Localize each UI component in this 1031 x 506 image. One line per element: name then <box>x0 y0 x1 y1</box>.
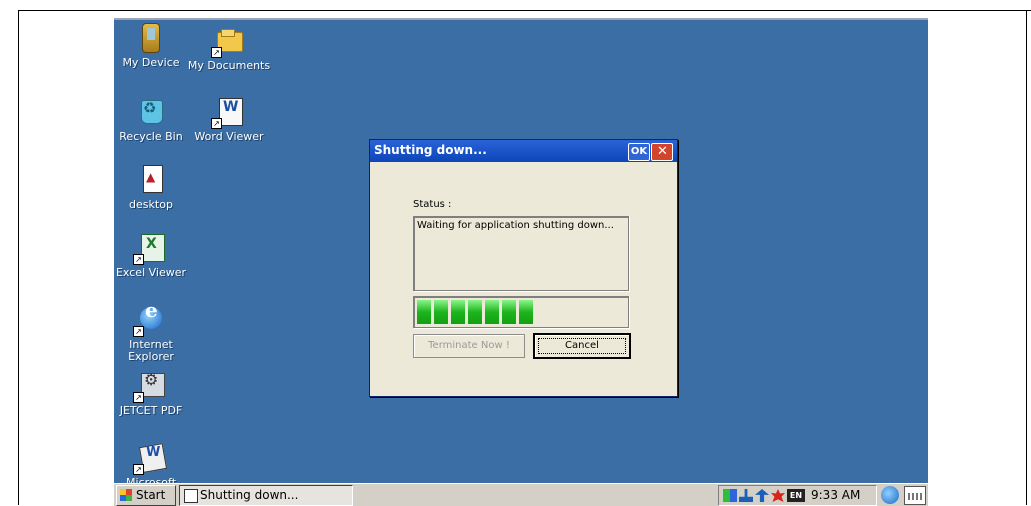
shortcut-arrow-icon: ↗ <box>211 47 222 58</box>
taskbar-item-label: Shutting down... <box>200 488 299 502</box>
start-button[interactable]: Start <box>116 485 176 506</box>
shortcut-arrow-icon: ↗ <box>133 392 144 403</box>
icon-label: My Device <box>122 56 180 69</box>
clock[interactable]: 9:33 AM <box>811 486 860 505</box>
recycle-bin-icon <box>135 95 167 127</box>
cancel-button[interactable]: Cancel <box>533 333 631 359</box>
progress-bar <box>413 296 629 328</box>
taskbar-item-shutting-down[interactable]: Shutting down... <box>179 485 353 506</box>
desktop-icon-my-documents[interactable]: ↗ My Documents <box>186 24 272 72</box>
desktop-icon-desktop[interactable]: desktop <box>114 163 194 211</box>
word-icon: ↗ <box>211 95 245 129</box>
progress-segment <box>502 300 516 324</box>
icon-label: desktop <box>129 198 173 211</box>
status-textbox: Waiting for application shutting down... <box>413 216 629 291</box>
progress-segment <box>485 300 499 324</box>
leaf-icon[interactable] <box>771 489 785 502</box>
excel-icon: ↗ <box>133 231 167 265</box>
terminate-now-button[interactable]: Terminate Now ! <box>413 334 525 358</box>
shortcut-arrow-icon: ↗ <box>211 118 222 129</box>
desktop-icon-jetcet-pdf[interactable]: ↗ JETCET PDF <box>114 369 194 417</box>
desktop: My Device ↗ My Documents Recycle Bin ↗ W… <box>114 18 928 505</box>
desktop-icon-microsoft[interactable]: ↗ Microsoft <box>114 441 194 489</box>
sync-arrow-icon[interactable] <box>755 489 769 502</box>
icon-label: Recycle Bin <box>119 130 183 143</box>
progress-segment <box>451 300 465 324</box>
network-icon[interactable] <box>723 489 737 502</box>
desktop-icon-recycle-bin[interactable]: Recycle Bin <box>114 95 194 143</box>
icon-label: Excel Viewer <box>115 266 187 279</box>
shortcut-arrow-icon: ↗ <box>133 464 144 475</box>
shortcut-arrow-icon: ↗ <box>133 326 144 337</box>
desktop-icon-my-device[interactable]: My Device <box>114 23 194 69</box>
desktop-icon-excel-viewer[interactable]: ↗ Excel Viewer <box>114 231 194 279</box>
language-indicator[interactable]: EN <box>787 489 805 502</box>
dialog-title: Shutting down... <box>374 143 487 157</box>
pdf-icon: ↗ <box>133 369 167 403</box>
icon-label: Internet Explorer <box>128 338 174 363</box>
system-tray: EN 9:33 AM <box>718 485 877 506</box>
document-icon <box>135 163 167 195</box>
progress-segment <box>468 300 482 324</box>
progress-segment <box>434 300 448 324</box>
device-icon <box>142 23 160 53</box>
ok-button[interactable]: OK <box>628 143 650 161</box>
internet-explorer-icon[interactable] <box>881 486 899 504</box>
frame-border-top <box>18 10 1031 11</box>
taskbar: Start Shutting down... EN 9:33 AM <box>114 483 928 506</box>
windows-logo-icon <box>120 489 132 501</box>
icon-label: JETCET PDF <box>119 404 183 417</box>
start-label: Start <box>136 488 166 502</box>
internet-explorer-icon: ↗ <box>133 303 167 337</box>
window-icon <box>184 489 198 503</box>
progress-segment <box>519 300 533 324</box>
desktop-icon-internet-explorer[interactable]: ↗ Internet Explorer <box>114 303 194 363</box>
desktop-icon-word-viewer[interactable]: ↗ Word Viewer <box>186 95 272 143</box>
dialog-titlebar[interactable]: Shutting down... OK ✕ <box>370 140 677 162</box>
usb-icon[interactable] <box>739 489 753 502</box>
icon-label: Word Viewer <box>194 130 264 143</box>
shortcut-arrow-icon: ↗ <box>133 254 144 265</box>
status-message: Waiting for application shutting down... <box>417 220 614 231</box>
shutdown-dialog: Shutting down... OK ✕ Status : Waiting f… <box>369 139 678 397</box>
folder-icon: ↗ <box>211 24 245 58</box>
close-icon: ✕ <box>657 144 668 159</box>
status-label: Status : <box>413 199 452 210</box>
progress-segment <box>417 300 431 324</box>
keyboard-icon[interactable] <box>904 486 926 505</box>
frame-border-left <box>18 10 19 505</box>
icon-label: My Documents <box>187 59 271 72</box>
frame-border-right <box>1026 10 1027 505</box>
wordpad-icon: ↗ <box>133 441 167 475</box>
close-button[interactable]: ✕ <box>651 143 673 161</box>
screen-top-edge <box>114 18 928 20</box>
